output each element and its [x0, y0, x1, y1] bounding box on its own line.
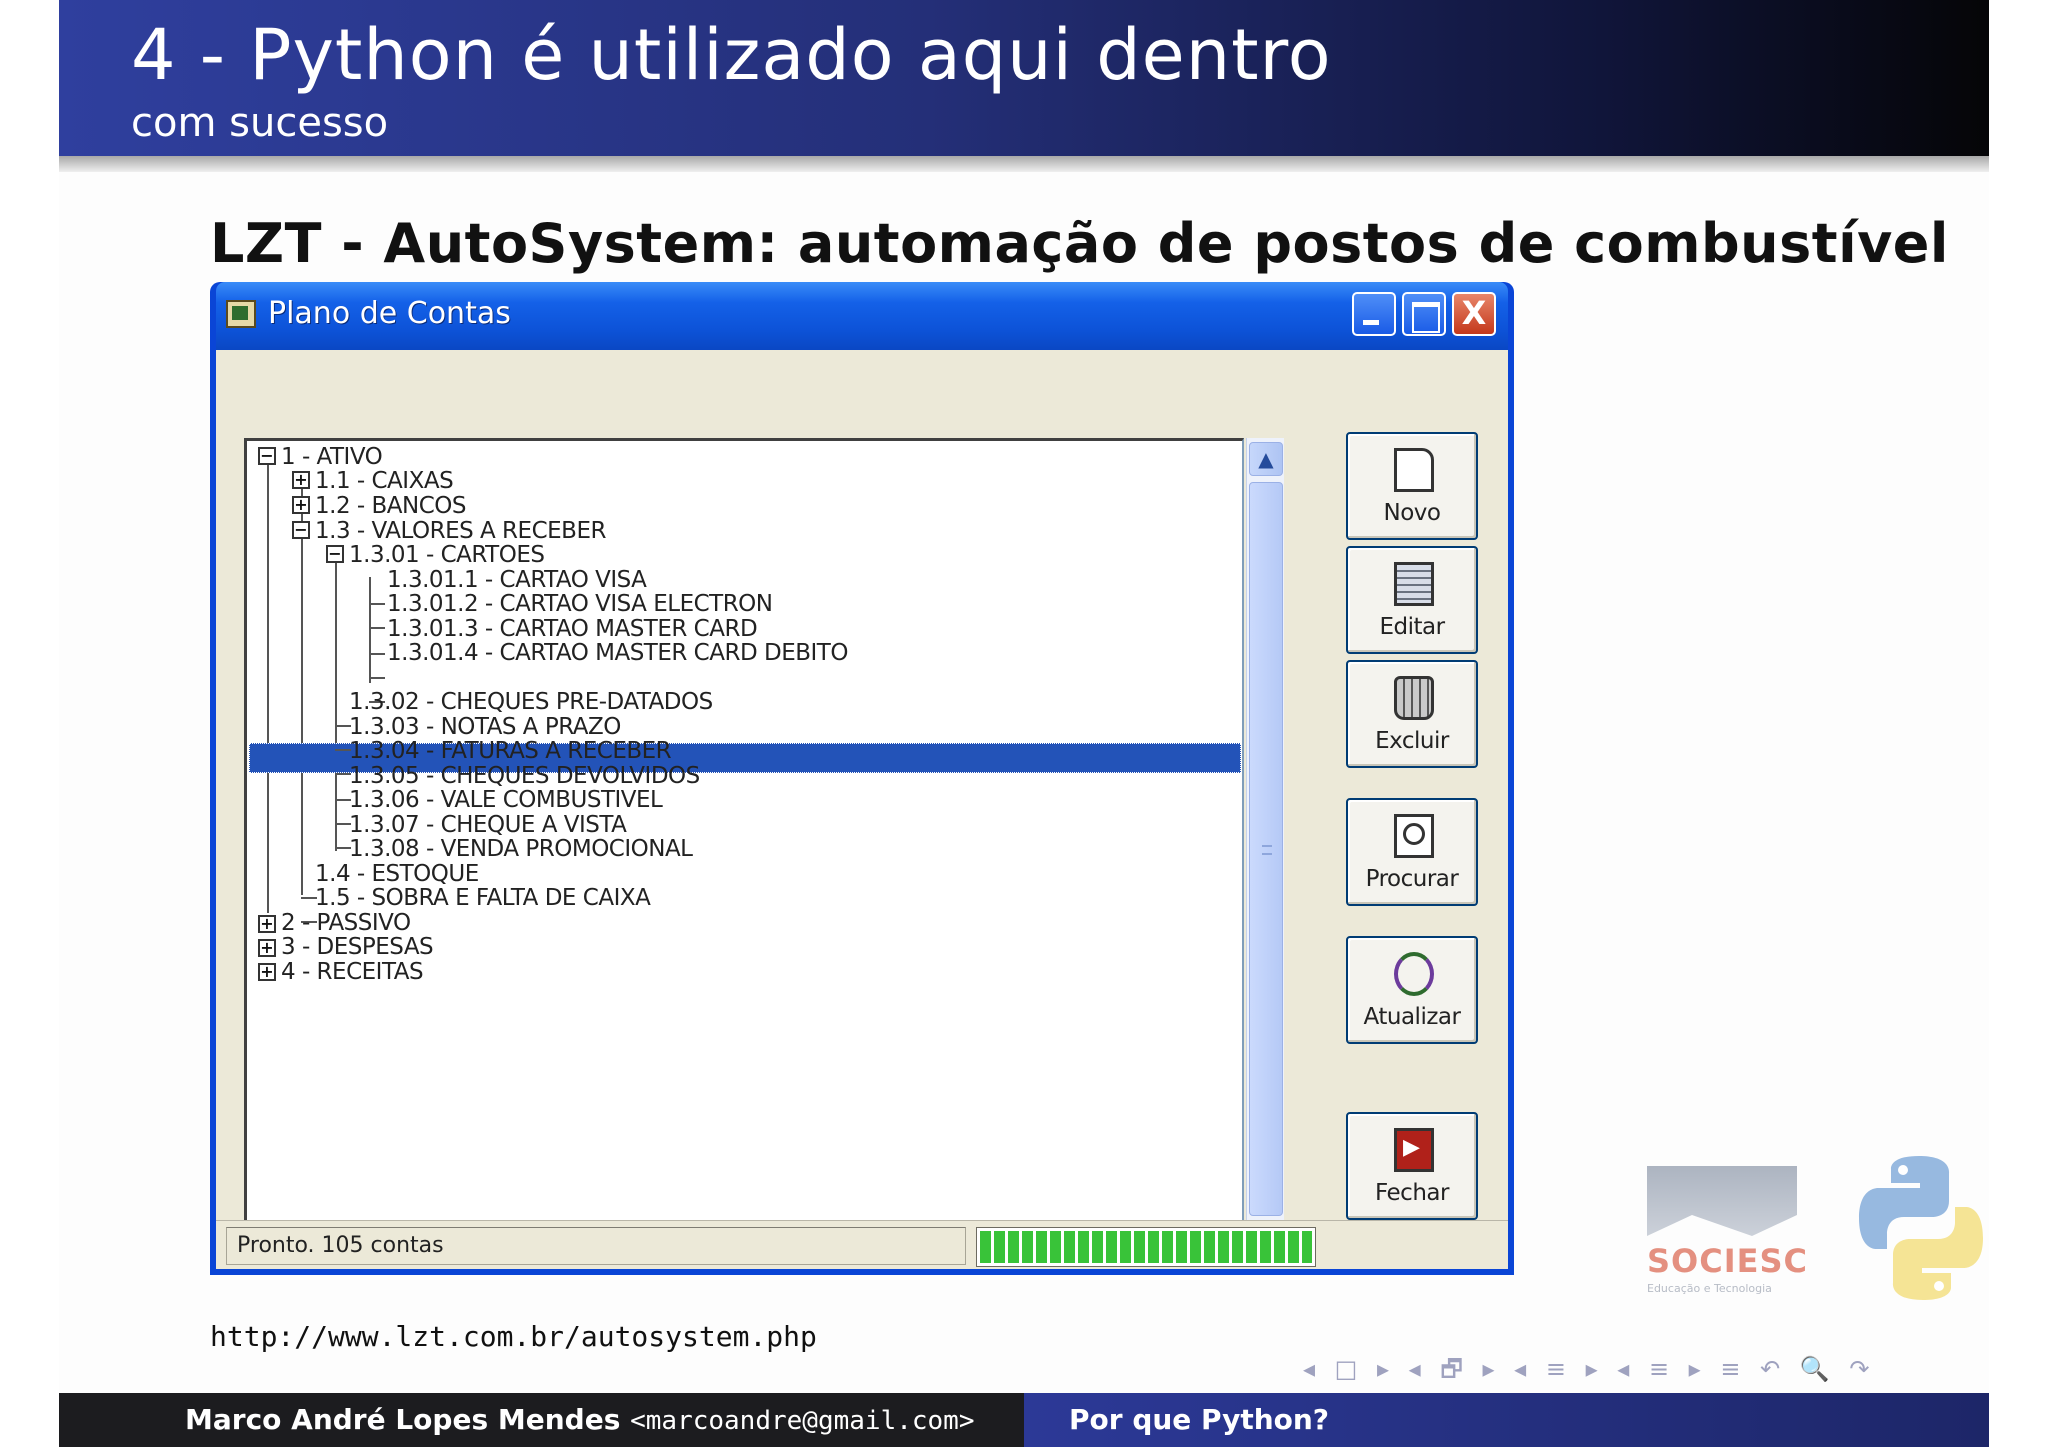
chevron-up-icon: ▲: [1258, 447, 1274, 471]
procurar-label: Procurar: [1365, 866, 1459, 892]
frame-title: 4 - Python é utilizado aqui dentro: [131, 14, 1332, 96]
collapse-icon[interactable]: −: [292, 521, 310, 539]
scroll-grip: [1262, 845, 1272, 855]
block-title: LZT - AutoSystem: automação de postos de…: [210, 212, 1949, 275]
window-title: Plano de Contas: [268, 296, 511, 331]
footer-author: Marco André Lopes Mendes <marcoandre@gma…: [185, 1403, 974, 1436]
editar-label: Editar: [1379, 614, 1445, 640]
tree-line: [369, 627, 385, 629]
author-name: Marco André Lopes Mendes: [185, 1403, 621, 1436]
tree-line: [369, 653, 385, 655]
fechar-button[interactable]: Fechar: [1346, 1112, 1478, 1220]
frame-subtitle: com sucesso: [131, 100, 389, 146]
status-bar: Pronto. 105 contas: [216, 1220, 1508, 1269]
expand-icon[interactable]: +: [258, 939, 276, 957]
expand-icon[interactable]: +: [292, 471, 310, 489]
atualizar-button[interactable]: Atualizar: [1346, 936, 1478, 1044]
minimize-button[interactable]: [1352, 292, 1396, 336]
scroll-up-button[interactable]: ▲: [1249, 442, 1283, 476]
account-tree[interactable]: − + + − − + + + 1 - ATIVO 1.1 - CAIXAS 1…: [244, 438, 1244, 1264]
tree-scrollbar[interactable]: ▲ ▼: [1246, 438, 1284, 1264]
excluir-button[interactable]: Excluir: [1346, 660, 1478, 768]
search-icon: [1394, 814, 1434, 858]
excluir-label: Excluir: [1375, 728, 1449, 754]
close-icon: X: [1461, 294, 1487, 332]
author-email: <marcoandre@gmail.com>: [630, 1406, 975, 1436]
sociesc-tagline: Educação e Tecnologia: [1647, 1282, 1772, 1295]
frame-headline: 4 - Python é utilizado aqui dentro com s…: [59, 0, 1989, 156]
expand-icon[interactable]: +: [258, 963, 276, 981]
exit-icon: [1394, 1128, 1434, 1172]
tree-line: [369, 677, 385, 679]
tree-line: [301, 481, 303, 895]
close-button[interactable]: X: [1452, 292, 1496, 336]
sociesc-logo: SOCIESC Educação e Tecnologia: [1647, 1166, 1807, 1296]
expand-icon[interactable]: +: [292, 496, 310, 514]
collapse-icon[interactable]: −: [258, 447, 276, 465]
editar-button[interactable]: Editar: [1346, 546, 1478, 654]
novo-button[interactable]: Novo: [1346, 432, 1478, 540]
atualizar-label: Atualizar: [1363, 1004, 1461, 1030]
app-icon: [226, 300, 256, 328]
sociesc-mark-icon: [1647, 1166, 1797, 1236]
sociesc-name: SOCIESC: [1647, 1242, 1809, 1280]
tree-line: [335, 555, 337, 851]
novo-label: Novo: [1383, 500, 1441, 526]
status-text: Pronto. 105 contas: [226, 1227, 966, 1265]
progress-bar: [976, 1227, 1316, 1267]
expand-icon[interactable]: +: [258, 915, 276, 933]
trash-icon: [1394, 676, 1434, 720]
tree-node[interactable]: 4 - RECEITAS: [281, 956, 424, 988]
window-titlebar[interactable]: Plano de Contas X: [216, 282, 1508, 350]
source-url[interactable]: http://www.lzt.com.br/autosystem.php: [210, 1320, 817, 1353]
procurar-button[interactable]: Procurar: [1346, 798, 1478, 906]
progress-fill: [980, 1231, 1312, 1263]
fechar-label: Fechar: [1375, 1180, 1449, 1206]
tree-line: [267, 465, 269, 913]
tree-line: [369, 603, 385, 605]
scroll-thumb[interactable]: [1249, 482, 1283, 1216]
slide: 4 - Python é utilizado aqui dentro com s…: [59, 0, 1989, 1447]
collapse-icon[interactable]: −: [326, 545, 344, 563]
edit-form-icon: [1394, 562, 1434, 606]
maximize-button[interactable]: [1402, 292, 1446, 336]
headline-shadow: [59, 156, 1989, 172]
beamer-navigation[interactable]: ◂ □ ▸ ◂ 🗗 ▸ ◂ ≡ ▸ ◂ ≡ ▸ ≡ ↶ 🔍 ↷: [1303, 1352, 1875, 1383]
app-window: Plano de Contas X − + + − − + + + 1 - AT…: [210, 282, 1514, 1275]
footer-short-title: Por que Python?: [1069, 1403, 1330, 1436]
tree-line: [369, 577, 371, 683]
window-client: − + + − − + + + 1 - ATIVO 1.1 - CAIXAS 1…: [216, 350, 1508, 1269]
new-document-icon: [1394, 448, 1434, 492]
refresh-icon: [1394, 952, 1434, 996]
footline: Marco André Lopes Mendes <marcoandre@gma…: [59, 1393, 1989, 1447]
python-logo-icon: [1859, 1156, 1983, 1300]
